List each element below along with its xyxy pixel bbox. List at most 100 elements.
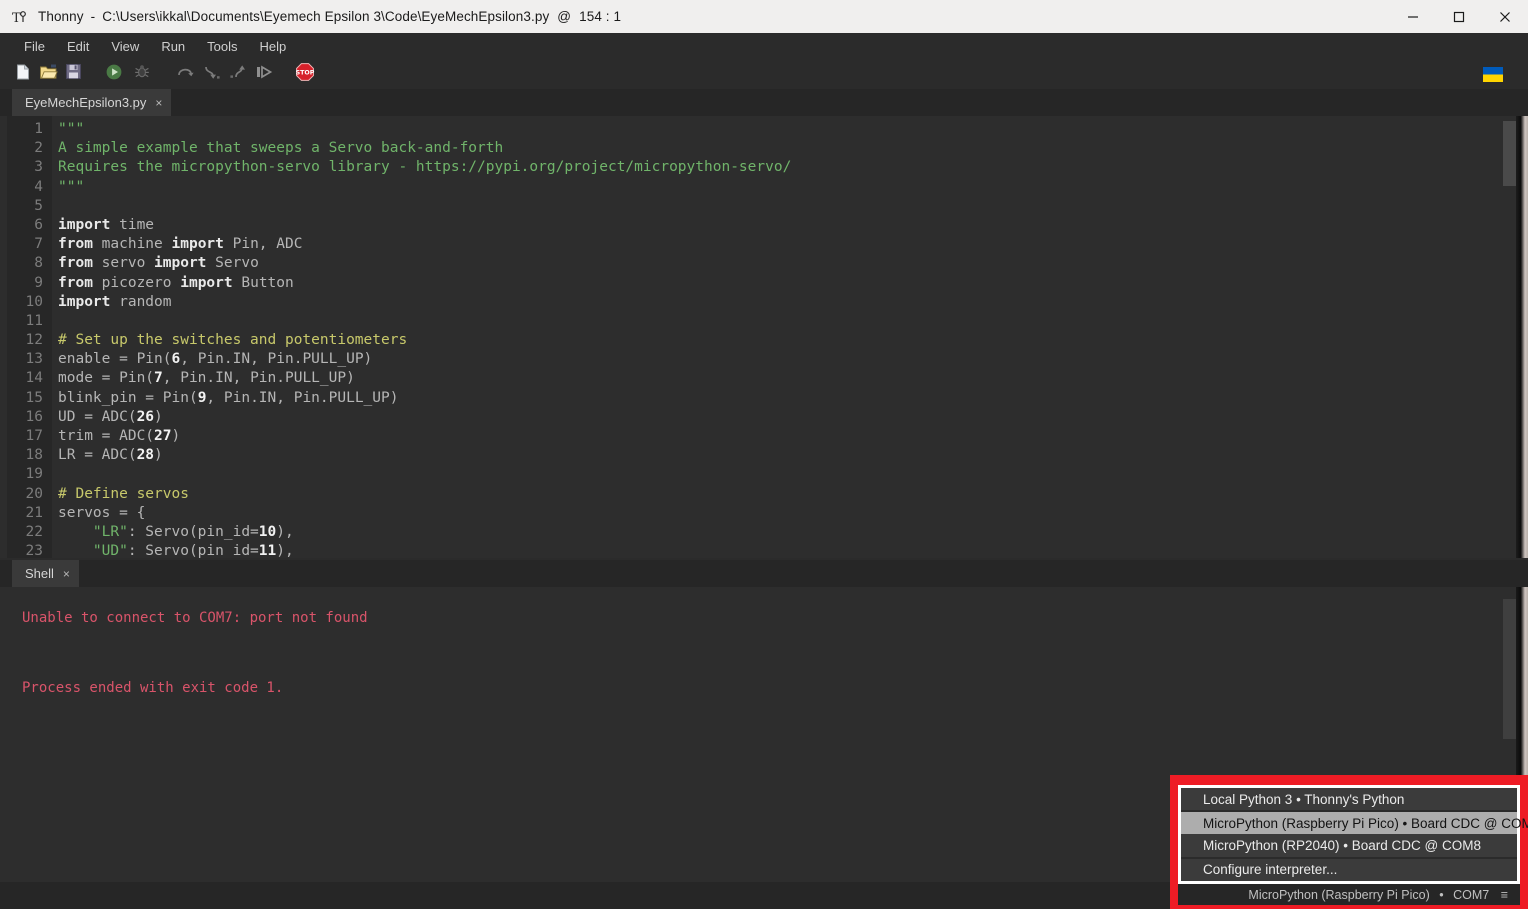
- code-line-text: trim = ADC(27): [58, 428, 181, 444]
- minimize-button[interactable]: [1390, 0, 1436, 33]
- dropdown-status-interpreter: MicroPython (Raspberry Pi Pico): [1248, 887, 1430, 902]
- code-line-text: from picozero import Button: [58, 274, 294, 291]
- code-line: 22 "LR": Servo(pin_id=10),: [0, 523, 1500, 542]
- dropdown-status-port: COM7: [1453, 887, 1490, 902]
- ukraine-flag-icon[interactable]: [1483, 66, 1503, 82]
- close-button[interactable]: [1482, 0, 1528, 33]
- line-number: 10: [25, 293, 43, 310]
- interpreter-dropdown-menu[interactable]: Local Python 3 • Thonny's Python MicroPy…: [1178, 785, 1528, 884]
- bug-debug-icon: [133, 63, 151, 86]
- code-line-text: "UD": Servo(pin_id=11),: [92, 543, 294, 558]
- line-number: 20: [25, 485, 43, 502]
- code-line-text: mode = Pin(7, Pin.IN, Pin.PULL_UP): [58, 370, 355, 387]
- line-number: 8: [34, 255, 43, 272]
- code-editor[interactable]: 1 """ 2 A simple example that sweeps a Serv…: [0, 116, 1528, 558]
- toolbar: STOP: [0, 59, 1528, 89]
- code-line-text: """: [58, 178, 85, 195]
- maximize-button[interactable]: [1436, 0, 1482, 33]
- code-line-text: UD = ADC(26): [58, 408, 163, 425]
- menu-item-micropython-raspberry-pi-pico[interactable]: MicroPython (Raspberry Pi Pico) • Board …: [1181, 812, 1528, 835]
- code-line: 12 # Set up the switches and potentiomete…: [0, 331, 1500, 350]
- step-out-arrow-icon: [228, 63, 248, 86]
- editor-tab-close-icon[interactable]: ×: [155, 96, 162, 110]
- menu-item-micropython-rp2040[interactable]: MicroPython (RP2040) • Board CDC @ COM8: [1181, 834, 1517, 857]
- dropdown-status-label[interactable]: MicroPython (Raspberry Pi Pico) • COM7 ≡: [1248, 888, 1508, 902]
- code-line-text: "LR": Servo(pin_id=10),: [92, 523, 294, 540]
- line-number: 14: [25, 370, 43, 387]
- save-file-button[interactable]: [61, 62, 85, 86]
- line-number: 6: [34, 216, 43, 233]
- code-line-text: import random: [58, 293, 172, 310]
- code-line-text: Requires the micropython-servo library -…: [58, 159, 792, 176]
- menu-help[interactable]: Help: [249, 37, 298, 56]
- step-over-button[interactable]: [174, 62, 198, 86]
- shell-output-line: [22, 636, 368, 671]
- new-file-button[interactable]: [11, 62, 35, 86]
- code-line: 17 trim = ADC(27): [0, 427, 1500, 446]
- menu-tools[interactable]: Tools: [196, 37, 248, 56]
- menu-item-local-python-3[interactable]: Local Python 3 • Thonny's Python: [1181, 788, 1517, 811]
- shell-output-line: Unable to connect to COM7: port not foun…: [22, 610, 368, 626]
- code-line: 20 # Define servos: [0, 485, 1500, 504]
- code-line-text: from machine import Pin, ADC: [58, 236, 303, 253]
- code-line: 1 """: [0, 120, 1500, 139]
- step-over-arrow-icon: [176, 63, 196, 86]
- code-line-text: import time: [58, 216, 155, 233]
- code-line: 2 A simple example that sweeps a Servo ba…: [0, 139, 1500, 158]
- menu-run[interactable]: Run: [150, 37, 196, 56]
- dropdown-status-bullet: •: [1439, 887, 1444, 902]
- code-line-text: from servo import Servo: [58, 255, 259, 272]
- menu-file[interactable]: File: [13, 37, 56, 56]
- menu-view[interactable]: View: [100, 37, 150, 56]
- run-button[interactable]: [102, 62, 126, 86]
- line-number: 12: [25, 332, 43, 349]
- thonny-window: T Thonny - C:\Users\ikkal\Documents\Eyem…: [0, 0, 1528, 909]
- code-line: 18 LR = ADC(28): [0, 446, 1500, 465]
- resume-button[interactable]: [252, 62, 276, 86]
- editor-scrollbar-thumb[interactable]: [1503, 121, 1516, 186]
- stop-sign-icon: STOP: [295, 62, 315, 87]
- line-number: 17: [25, 428, 43, 444]
- code-line-text: enable = Pin(6, Pin.IN, Pin.PULL_UP): [58, 351, 373, 368]
- line-number: 4: [34, 178, 43, 195]
- code-line: 8 from servo import Servo: [0, 254, 1500, 273]
- code-line: 23 "UD": Servo(pin_id=11),: [0, 542, 1500, 558]
- menu-item-configure-interpreter[interactable]: Configure interpreter...: [1181, 858, 1517, 881]
- code-line-text: """: [58, 121, 85, 137]
- shell-tab[interactable]: Shell ×: [12, 560, 79, 587]
- code-line-text: # Set up the switches and potentiometers: [58, 332, 408, 349]
- editor-vertical-scrollbar[interactable]: [1503, 116, 1516, 558]
- step-into-button[interactable]: [200, 62, 224, 86]
- shell-tab-strip: Shell ×: [0, 560, 1528, 587]
- stop-button[interactable]: STOP: [293, 62, 317, 86]
- hamburger-menu-icon[interactable]: ≡: [1501, 888, 1508, 902]
- editor-tab-eyemechepsilon3[interactable]: EyeMechEpsilon3.py ×: [12, 89, 172, 116]
- editor-tab-label: EyeMechEpsilon3.py: [25, 95, 147, 110]
- code-line: 7 from machine import Pin, ADC: [0, 235, 1500, 254]
- line-number: 1: [34, 121, 43, 137]
- step-into-arrow-icon: [202, 63, 222, 86]
- code-line-text: blink_pin = Pin(9, Pin.IN, Pin.PULL_UP): [58, 389, 399, 406]
- shell-tab-close-icon[interactable]: ×: [63, 567, 70, 581]
- debug-button[interactable]: [130, 62, 154, 86]
- step-out-button[interactable]: [226, 62, 250, 86]
- code-line: 21 servos = {: [0, 504, 1500, 523]
- menu-edit[interactable]: Edit: [56, 37, 100, 56]
- shell-scrollbar-thumb[interactable]: [1503, 599, 1516, 739]
- menu-bar: File Edit View Run Tools Help: [0, 33, 1528, 59]
- line-number: 2: [34, 140, 43, 157]
- editor-right-edge: [1516, 116, 1528, 558]
- line-number: 7: [34, 236, 43, 253]
- shell-tab-label: Shell: [25, 566, 54, 581]
- code-content[interactable]: 1 """ 2 A simple example that sweeps a Serv…: [0, 116, 1500, 558]
- line-number: 3: [34, 159, 43, 176]
- window-file-path: C:\Users\ikkal\Documents\Eyemech Epsilon…: [102, 9, 550, 24]
- line-number: 11: [25, 312, 43, 329]
- line-number: 9: [34, 274, 43, 291]
- code-line-text: # Define servos: [58, 485, 189, 502]
- title-bar: T Thonny - C:\Users\ikkal\Documents\Eyem…: [0, 0, 1528, 33]
- open-file-button[interactable]: [36, 62, 60, 86]
- svg-text:STOP: STOP: [296, 69, 315, 76]
- window-app-name: Thonny: [38, 9, 84, 24]
- code-line: 16 UD = ADC(26): [0, 408, 1500, 427]
